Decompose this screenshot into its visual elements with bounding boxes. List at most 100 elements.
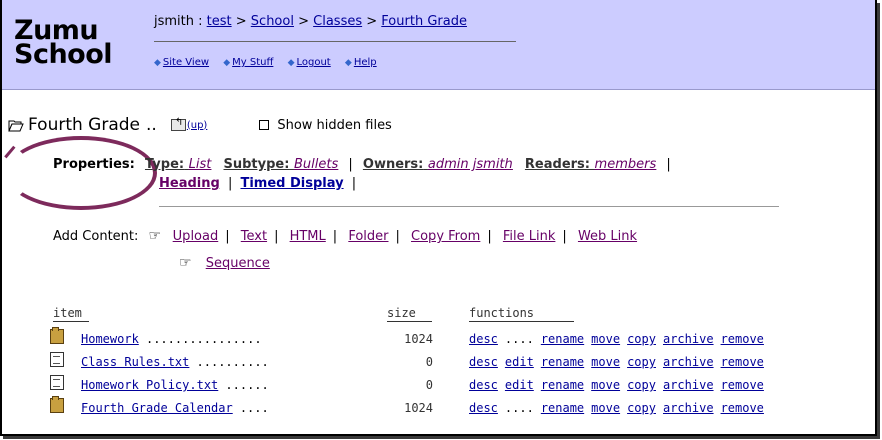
breadcrumb-test[interactable]: test	[207, 14, 232, 29]
folder-title-row: Fourth Grade .. (up) Show hidden files	[8, 114, 392, 136]
function-move-link[interactable]: move	[591, 332, 620, 346]
nav-my-stuff[interactable]: My Stuff	[232, 57, 273, 68]
function-rename-link[interactable]: rename	[541, 401, 584, 415]
pointing-hand-icon: ☞	[179, 255, 192, 271]
properties-divider	[159, 206, 779, 207]
folder-up-icon[interactable]	[170, 117, 186, 131]
owners-link[interactable]: Owners: admin jsmith	[363, 157, 513, 172]
leader-dots: ................	[145, 332, 262, 346]
add-upload-link[interactable]: Upload	[173, 229, 219, 244]
function-archive-link[interactable]: archive	[663, 332, 714, 346]
function-remove-link[interactable]: remove	[721, 378, 764, 392]
function-edit-link[interactable]: edit	[505, 355, 534, 369]
function-copy-link[interactable]: copy	[627, 401, 656, 415]
properties-line: Properties: Type: List Subtype: Bullets …	[53, 157, 671, 172]
item-name-link[interactable]: Fourth Grade Calendar	[81, 401, 233, 415]
subtype-link[interactable]: Subtype: Bullets	[224, 157, 339, 172]
nav-help[interactable]: Help	[354, 57, 377, 68]
folder-title: Fourth Grade	[28, 115, 141, 135]
add-file-link-link[interactable]: File Link	[503, 229, 556, 244]
item-name-link[interactable]: Homework	[81, 332, 139, 346]
item-functions: desc edit rename move copy archive remove	[469, 378, 771, 392]
function-rename-link[interactable]: rename	[541, 332, 584, 346]
item-name-link[interactable]: Class Rules.txt	[81, 355, 189, 369]
breadcrumb-classes[interactable]: Classes	[313, 14, 362, 29]
add-web-link-link[interactable]: Web Link	[578, 229, 637, 244]
show-hidden-label: Show hidden files	[277, 117, 392, 133]
function-remove-link[interactable]: remove	[721, 401, 764, 415]
function-move-link[interactable]: move	[591, 401, 620, 415]
item-size: 0	[425, 355, 433, 369]
show-hidden-checkbox[interactable]	[259, 120, 270, 130]
function-remove-link[interactable]: remove	[721, 332, 764, 346]
diamond-icon: ◆	[344, 58, 352, 68]
breadcrumb-fourth-grade[interactable]: Fourth Grade	[381, 14, 467, 29]
breadcrumb-school[interactable]: School	[251, 14, 294, 29]
function-archive-link[interactable]: archive	[663, 378, 714, 392]
function-rename-link[interactable]: rename	[541, 355, 584, 369]
breadcrumb-divider	[154, 41, 516, 42]
add-copy-from-link[interactable]: Copy From	[411, 229, 480, 244]
nav-site-view[interactable]: Site View	[163, 57, 209, 68]
column-header-item: item	[53, 306, 82, 320]
readers-link[interactable]: Readers: members	[525, 157, 656, 172]
table-row: Fourth Grade Calendar.... 1024 desc.... ren…	[50, 396, 873, 423]
function-remove-link[interactable]: remove	[721, 355, 764, 369]
leader-dots: ..........	[196, 355, 269, 369]
heading-link[interactable]: Heading	[159, 176, 220, 191]
document-icon	[50, 352, 64, 367]
folder-icon	[50, 396, 64, 413]
function-edit-link[interactable]: edit	[505, 378, 534, 392]
function-desc-link[interactable]: desc	[469, 355, 498, 369]
item-size: 1024	[404, 332, 433, 346]
pointing-hand-icon: ☞	[148, 228, 162, 244]
diamond-icon: ◆	[154, 58, 161, 68]
function-placeholder: ....	[504, 332, 534, 346]
breadcrumb: jsmith : test > School > Classes > Fourt…	[154, 14, 467, 29]
app-frame: Zumu School jsmith : test > School > Cla…	[0, 0, 877, 436]
item-size: 0	[425, 378, 433, 392]
add-sequence-link[interactable]: Sequence	[206, 256, 270, 271]
add-text-link[interactable]: Text	[241, 229, 267, 244]
item-size: 1024	[404, 401, 433, 415]
up-link[interactable]: (up)	[187, 120, 208, 131]
leader-dots: ......	[225, 378, 269, 392]
table-row: Homework................ 1024 desc.... rena…	[50, 327, 873, 354]
add-html-link[interactable]: HTML	[290, 229, 326, 244]
folder-icon	[50, 327, 64, 344]
function-rename-link[interactable]: rename	[541, 378, 584, 392]
add-content-label: Add Content:	[53, 229, 139, 244]
add-folder-link[interactable]: Folder	[348, 229, 388, 244]
function-copy-link[interactable]: copy	[627, 355, 656, 369]
function-move-link[interactable]: move	[591, 355, 620, 369]
nav-logout[interactable]: Logout	[296, 57, 330, 68]
item-functions: desc.... rename move copy archive remove	[469, 332, 771, 346]
header-bar: Zumu School jsmith : test > School > Cla…	[2, 0, 875, 90]
item-functions: desc edit rename move copy archive remove	[469, 355, 771, 369]
user-name: jsmith	[154, 14, 194, 29]
document-icon	[50, 375, 64, 390]
function-copy-link[interactable]: copy	[627, 378, 656, 392]
annotation-stroke	[4, 145, 18, 161]
column-header-size: size	[387, 306, 416, 320]
function-move-link[interactable]: move	[591, 378, 620, 392]
diamond-icon: ◆	[287, 58, 295, 68]
function-desc-link[interactable]: desc	[469, 332, 498, 346]
add-content-row-2: ☞ Sequence	[179, 255, 270, 271]
function-archive-link[interactable]: archive	[663, 401, 714, 415]
function-copy-link[interactable]: copy	[627, 332, 656, 346]
item-functions: desc.... rename move copy archive remove	[469, 401, 771, 415]
column-header-functions: functions	[469, 306, 535, 320]
function-desc-link[interactable]: desc	[469, 378, 498, 392]
item-name-link[interactable]: Homework Policy.txt	[81, 378, 218, 392]
function-archive-link[interactable]: archive	[663, 355, 714, 369]
type-link[interactable]: Type: List	[145, 157, 211, 172]
leader-dots: ....	[239, 401, 269, 415]
properties-line-2: Heading | Timed Display |	[159, 176, 357, 191]
function-placeholder: ....	[504, 401, 534, 415]
diamond-icon: ◆	[223, 58, 231, 68]
function-desc-link[interactable]: desc	[469, 401, 498, 415]
timed-display-link[interactable]: Timed Display	[240, 176, 343, 191]
logo: Zumu School	[14, 15, 113, 70]
table-row: Class Rules.txt.......... 0 desc edit rename…	[50, 352, 873, 377]
